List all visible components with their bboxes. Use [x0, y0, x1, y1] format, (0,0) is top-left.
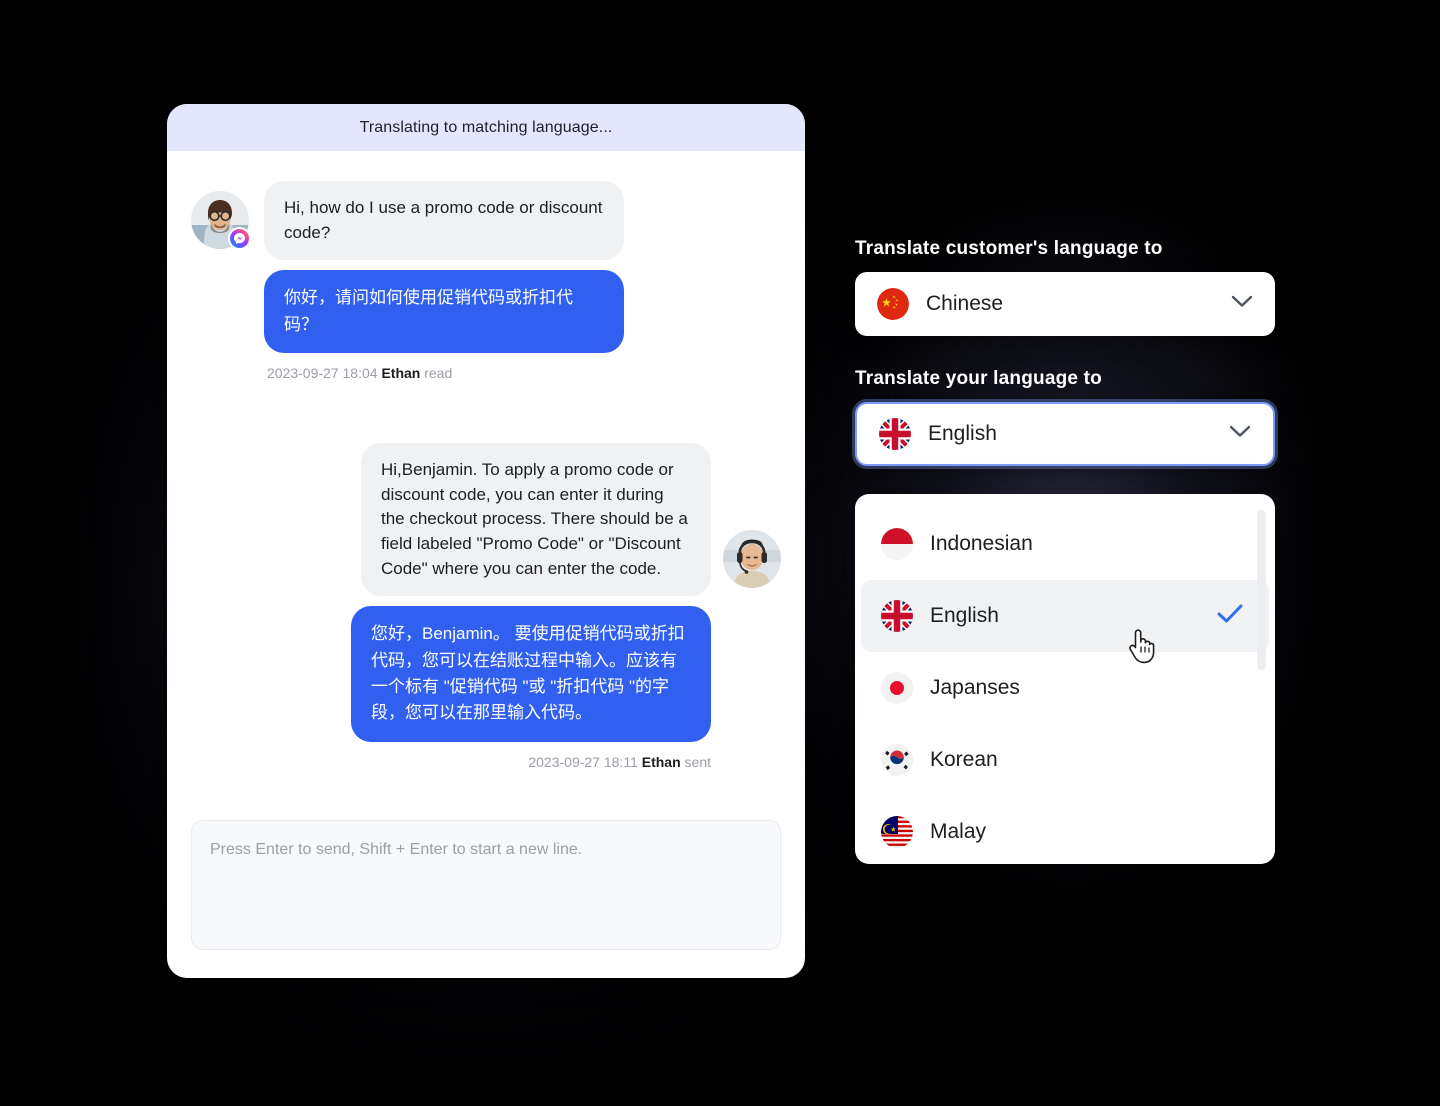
- customer-language-value: Chinese: [926, 292, 1004, 315]
- flag-uk-icon: [879, 418, 911, 450]
- customer-avatar[interactable]: [191, 191, 251, 250]
- flag-indonesia-icon: [881, 528, 913, 560]
- dropdown-option-indonesian[interactable]: Indonesian: [861, 508, 1269, 580]
- composer-placeholder: Press Enter to send, Shift + Enter to st…: [210, 841, 583, 858]
- language-dropdown-menu[interactable]: Indonesian English Japanses Korean Malay: [855, 494, 1275, 864]
- dropdown-option-label: Korean: [930, 748, 998, 771]
- dropdown-option-label: Japanses: [930, 676, 1020, 699]
- message-status: read: [424, 364, 453, 381]
- customer-language-select[interactable]: Chinese: [855, 272, 1275, 336]
- flag-japan-icon: [881, 672, 913, 704]
- dropdown-option-japanese[interactable]: Japanses: [861, 652, 1269, 724]
- your-language-select[interactable]: English: [855, 402, 1275, 466]
- message-original-text: Hi, how do I use a promo code or discoun…: [264, 181, 624, 261]
- chevron-down-icon[interactable]: [1231, 295, 1253, 313]
- translation-settings-panel: Translate customer's language to Chinese…: [855, 238, 1275, 466]
- check-icon: [1217, 604, 1243, 629]
- agent-avatar[interactable]: [723, 530, 781, 589]
- dropdown-option-english[interactable]: English: [861, 580, 1269, 652]
- message-sender: Ethan: [641, 753, 681, 770]
- outgoing-bubble-group: 您好，Benjamin。 要使用促销代码或折扣代码，您可以在结账过程中输入。应该…: [191, 606, 781, 770]
- reply-translated-text: 您好，Benjamin。 要使用促销代码或折扣代码，您可以在结账过程中输入。应该…: [351, 606, 711, 742]
- agent-original-row: Hi,Benjamin. To apply a promo code or di…: [191, 442, 781, 597]
- message-sender: Ethan: [381, 364, 421, 381]
- message-status: sent: [684, 753, 711, 770]
- message-meta-outgoing: 2023-09-27 18:11 Ethan sent: [528, 754, 711, 770]
- chat-panel: Translating to matching language... Hi, …: [167, 104, 805, 978]
- incoming-bubble-group: Hi, how do I use a promo code or discoun…: [264, 181, 624, 381]
- message-translated-text: 你好，请问如何使用促销代码或折扣代码？: [264, 270, 624, 353]
- dropdown-option-malay[interactable]: Malay: [861, 796, 1269, 864]
- chat-status-banner: Translating to matching language...: [167, 104, 805, 151]
- dropdown-option-label: Indonesian: [930, 532, 1033, 555]
- messenger-badge-icon: [228, 227, 251, 250]
- message-group-spacer: [191, 381, 781, 443]
- customer-language-label: Translate customer's language to: [855, 238, 1163, 259]
- chat-status-text: Translating to matching language...: [359, 118, 613, 136]
- dropdown-option-label: English: [930, 604, 999, 627]
- message-timestamp: 2023-09-27 18:11: [528, 753, 638, 770]
- flag-china-icon: [877, 288, 909, 320]
- chat-message-list[interactable]: Hi, how do I use a promo code or discoun…: [167, 151, 805, 851]
- message-timestamp: 2023-09-27 18:04: [267, 364, 378, 381]
- dropdown-option-korean[interactable]: Korean: [861, 724, 1269, 796]
- flag-uk-icon: [881, 600, 913, 632]
- chevron-down-icon[interactable]: [1229, 425, 1251, 443]
- settings-spacer: [855, 336, 1275, 368]
- your-language-value: English: [928, 422, 997, 445]
- bubble-spacer: [191, 596, 781, 606]
- flag-malaysia-icon: [881, 816, 913, 848]
- flag-korea-icon: [881, 744, 913, 776]
- message-row-outgoing: Hi,Benjamin. To apply a promo code or di…: [191, 442, 781, 770]
- your-language-label: Translate your language to: [855, 368, 1102, 389]
- message-row-incoming: Hi, how do I use a promo code or discoun…: [191, 181, 781, 381]
- dropdown-scrollbar-thumb[interactable]: [1257, 510, 1266, 670]
- message-composer[interactable]: Press Enter to send, Shift + Enter to st…: [191, 820, 781, 950]
- message-meta-incoming: 2023-09-27 18:04 Ethan read: [267, 365, 452, 381]
- dropdown-option-label: Malay: [930, 820, 987, 843]
- reply-original-text: Hi,Benjamin. To apply a promo code or di…: [361, 442, 711, 597]
